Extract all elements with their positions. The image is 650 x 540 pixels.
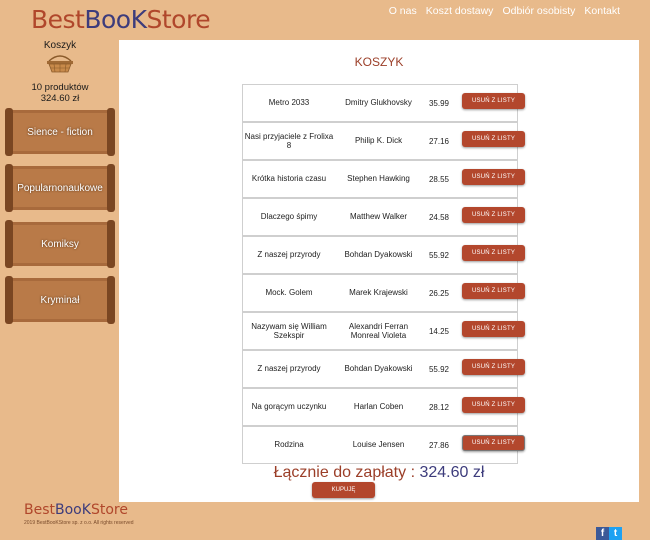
nav-kontakt[interactable]: Kontakt xyxy=(584,5,620,17)
facebook-icon[interactable]: f xyxy=(596,527,609,540)
item-author: Stephen Hawking xyxy=(347,174,410,184)
remove-button[interactable]: USUŃ Z LISTY xyxy=(462,359,525,375)
brand-part-best: Best xyxy=(24,502,56,518)
item-price: 27.16 xyxy=(428,136,450,146)
nav-o-nas[interactable]: O nas xyxy=(389,5,417,17)
remove-button[interactable]: USUŃ Z LISTY xyxy=(462,397,525,413)
item-title: Dlaczego śpimy xyxy=(260,212,318,222)
category-popularnonaukowe[interactable]: Popularnonaukowe xyxy=(3,162,117,214)
cart-row: Z naszej przyrody Bohdan Dyakowski 55.92… xyxy=(242,350,525,388)
item-author: Harlan Coben xyxy=(353,402,404,412)
page-title: KOSZYK xyxy=(354,55,404,69)
total-label: Łącznie do zapłaty : xyxy=(273,464,416,481)
category-label: Sience - fiction xyxy=(27,126,93,138)
item-title: Nasi przyjaciele z Frolixa 8 xyxy=(244,131,334,151)
cart-row: Dlaczego śpimy Matthew Walker 24.58 USUŃ… xyxy=(242,198,525,236)
item-title: Nazywam się William Szekspir xyxy=(251,321,327,341)
cart-row: Krótka historia czasu Stephen Hawking 28… xyxy=(242,160,525,198)
remove-button[interactable]: USUŃ Z LISTY xyxy=(462,169,525,185)
item-price: 28.12 xyxy=(428,402,450,412)
item-price: 26.25 xyxy=(428,288,450,298)
cart-row: Mock. Golem Marek Krajewski 26.25 USUŃ Z… xyxy=(242,274,525,312)
category-label: Kryminał xyxy=(40,294,80,306)
cart-count: 10 produktów xyxy=(31,82,89,93)
item-author: Bohdan Dyakowski xyxy=(344,364,413,374)
category-label: Komiksy xyxy=(41,238,79,250)
cart-row: Na gorącym uczynku Harlan Coben 28.12 US… xyxy=(242,388,525,426)
item-price: 35.99 xyxy=(428,98,450,108)
remove-button[interactable]: USUŃ Z LISTY xyxy=(462,283,525,299)
item-price: 55.92 xyxy=(428,364,450,374)
item-title: Z naszej przyrody xyxy=(257,250,321,260)
basket-icon[interactable] xyxy=(45,53,75,73)
social-links: f t xyxy=(596,527,622,540)
copyright: 2019 BestBooKStore sp. z o.o. All rights… xyxy=(24,520,134,526)
item-title: Mock. Golem xyxy=(265,288,313,298)
category-komiksy[interactable]: Komiksy xyxy=(3,218,117,270)
cart-row: Rodzina Louise Jensen 27.86 USUŃ Z LISTY xyxy=(242,426,525,464)
twitter-icon[interactable]: t xyxy=(609,527,622,540)
cart-title: Koszyk xyxy=(43,40,77,51)
category-label: Popularnonaukowe xyxy=(17,182,103,194)
remove-button[interactable]: USUŃ Z LISTY xyxy=(462,245,525,261)
brand-part-best: Best xyxy=(31,5,85,34)
nav-odbior-osobisty[interactable]: Odbiór osobisty xyxy=(502,5,575,17)
cart-summary[interactable]: Koszyk 10 produktów 324.60 zł xyxy=(10,40,110,104)
cart-row: Nasi przyjaciele z Frolixa 8 Philip K. D… xyxy=(242,122,525,160)
item-title: Rodzina xyxy=(274,440,304,450)
category-sience-fiction[interactable]: Sience - fiction xyxy=(3,106,117,158)
item-author: Bohdan Dyakowski xyxy=(344,250,413,260)
item-price: 24.58 xyxy=(428,212,450,222)
remove-button[interactable]: USUŃ Z LISTY xyxy=(462,131,525,147)
item-title: Z naszej przyrody xyxy=(257,364,321,374)
category-kryminal[interactable]: Kryminał xyxy=(3,274,117,326)
cart-row: Z naszej przyrody Bohdan Dyakowski 55.92… xyxy=(242,236,525,274)
item-price: 55.92 xyxy=(428,250,450,260)
cart-sum: 324.60 zł xyxy=(40,93,80,104)
item-author: Alexandri Ferran Monreal Violeta xyxy=(348,321,409,341)
item-title: Na gorącym uczynku xyxy=(251,402,327,412)
item-title: Metro 2033 xyxy=(268,98,310,108)
remove-button[interactable]: USUŃ Z LISTY xyxy=(462,93,525,109)
cart-row: Nazywam się William Szekspir Alexandri F… xyxy=(242,312,525,350)
remove-button[interactable]: USUŃ Z LISTY xyxy=(462,435,525,451)
brand-part-store: Store xyxy=(146,5,211,34)
brand-logo[interactable]: BestBooKStore xyxy=(31,5,211,34)
item-author: Louise Jensen xyxy=(352,440,405,450)
item-author: Matthew Walker xyxy=(349,212,408,222)
buy-button[interactable]: KUPUJĘ xyxy=(312,482,375,498)
brand-part-store: Store xyxy=(90,502,128,518)
item-price: 27.86 xyxy=(428,440,450,450)
item-title: Krótka historia czasu xyxy=(251,174,327,184)
footer-logo[interactable]: BestBooKStore xyxy=(24,502,128,518)
remove-button[interactable]: USUŃ Z LISTY xyxy=(462,207,525,223)
brand-part-book: BooK xyxy=(55,502,91,518)
nav-koszt-dostawy[interactable]: Koszt dostawy xyxy=(426,5,494,17)
cart-panel: KOSZYK Metro 2033 Dmitry Glukhovsky 35.9… xyxy=(119,40,639,502)
brand-part-book: BooK xyxy=(84,5,147,34)
total-line: Łącznie do zapłaty : 324.60 zł xyxy=(119,464,639,482)
top-nav: O nas Koszt dostawy Odbiór osobisty Kont… xyxy=(389,5,620,17)
item-price: 28.55 xyxy=(428,174,450,184)
item-author: Marek Krajewski xyxy=(349,288,408,298)
item-price: 14.25 xyxy=(428,326,450,336)
item-author: Dmitry Glukhovsky xyxy=(345,98,412,108)
item-author: Philip K. Dick xyxy=(354,136,403,146)
cart-row: Metro 2033 Dmitry Glukhovsky 35.99 USUŃ … xyxy=(242,84,525,122)
remove-button[interactable]: USUŃ Z LISTY xyxy=(462,321,525,337)
total-value: 324.60 zł xyxy=(419,464,485,481)
